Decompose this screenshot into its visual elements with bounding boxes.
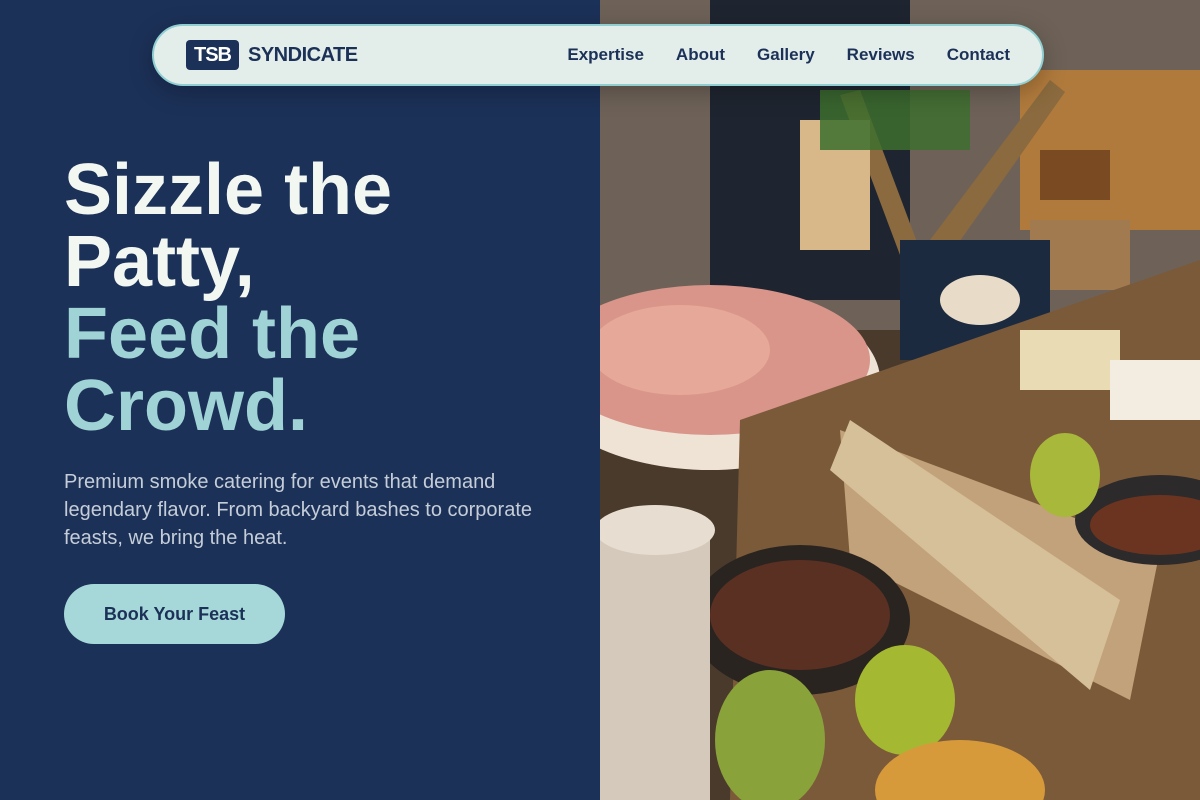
brand-logo[interactable]: TSB SYNDICATE (186, 40, 358, 70)
top-navigation-bar: TSB SYNDICATE Expertise About Gallery Re… (152, 24, 1044, 86)
headline-line-4: Crowd. (64, 366, 308, 446)
hero-subtitle: Premium smoke catering for events that d… (64, 471, 533, 549)
catering-spread-illustration (600, 0, 1200, 800)
nav-links: Expertise About Gallery Reviews Contact (567, 45, 1010, 65)
catering-spread-photo (600, 0, 1200, 800)
nav-link-about[interactable]: About (676, 45, 725, 65)
nav-link-expertise[interactable]: Expertise (567, 45, 644, 65)
nav-link-gallery[interactable]: Gallery (757, 45, 815, 65)
headline-line-3: Feed the (64, 294, 361, 374)
brand-name: SYNDICATE (248, 43, 358, 66)
hero-headline: Sizzle the Patty, Feed the Crowd. (64, 154, 392, 442)
nav-link-reviews[interactable]: Reviews (847, 45, 915, 65)
headline-line-2: Patty, (64, 222, 255, 302)
book-your-feast-button[interactable]: Book Your Feast (64, 584, 285, 644)
headline-line-1: Sizzle the (64, 150, 393, 230)
logo-badge: TSB (186, 40, 239, 70)
nav-link-contact[interactable]: Contact (947, 45, 1010, 65)
